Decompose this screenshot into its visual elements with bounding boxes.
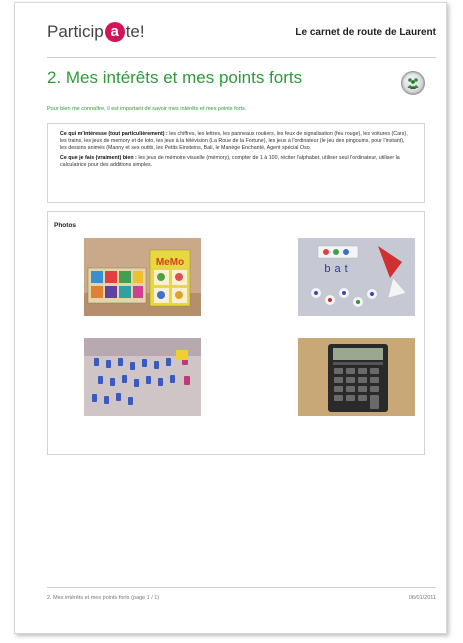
memo-box-logo: MeMo [156, 257, 184, 268]
participate-logo: Particip a te! [47, 22, 145, 42]
carnet-title: Le carnet de route de Laurent [295, 27, 436, 38]
header-divider [47, 57, 436, 58]
photo-calculator [298, 338, 415, 416]
photo-plastic-letters [84, 338, 201, 416]
footer-page-info: 2. Mes intérêts et mes points forts (pag… [47, 595, 160, 601]
strengths-paragraph: Ce que je fais (vraiment) bien : les jeu… [60, 155, 412, 169]
interests-box: Ce qui m'intéresse (tout particulièremen… [47, 123, 425, 203]
photos-label: Photos [54, 222, 77, 229]
photos-box: Photos MeMo bat [47, 211, 425, 455]
footer-date: 06/01/2011 [408, 595, 436, 601]
logo-circle: a [104, 22, 125, 42]
logo-prefix: Particip [47, 22, 104, 41]
photo-memory-game: MeMo [84, 238, 201, 316]
logo-suffix: te! [125, 22, 145, 41]
people-icon [401, 71, 425, 95]
intro-text: Pour bien me connaître, il est important… [47, 106, 247, 112]
footer-divider [47, 587, 436, 588]
document-page: Particip a te! Le carnet de route de Laure… [14, 2, 447, 634]
strengths-label: Ce que je fais (vraiment) bien : [60, 155, 137, 161]
section-title: 2. Mes intérêts et mes points forts [47, 68, 303, 87]
photo-letter-cards: bat [298, 238, 415, 316]
letter-card-word: bat [324, 263, 351, 275]
interests-paragraph: Ce qui m'intéresse (tout particulièremen… [60, 131, 412, 152]
interests-label: Ce qui m'intéresse (tout particulièremen… [60, 131, 168, 137]
